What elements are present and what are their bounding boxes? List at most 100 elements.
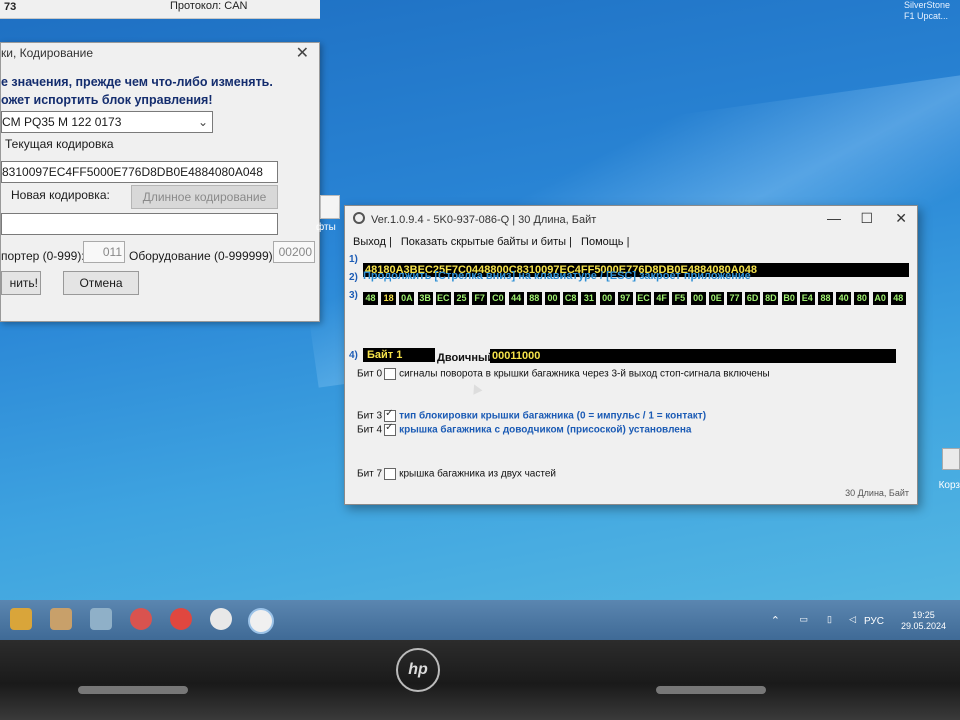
byte-cell[interactable]: EC — [636, 292, 651, 305]
byte-cell[interactable]: 31 — [581, 292, 597, 305]
maximize-icon[interactable]: ☐ — [860, 210, 873, 227]
clock[interactable]: 19:25 29.05.2024 — [901, 610, 946, 632]
byte-cell[interactable]: 40 — [836, 292, 852, 305]
mouse-cursor-icon — [469, 382, 483, 395]
menu-item-show-hidden[interactable]: Показать скрытые байты и биты | — [401, 236, 572, 248]
recycle-bin-icon[interactable] — [942, 448, 960, 470]
byte-cell[interactable]: 8D — [763, 292, 779, 305]
apply-button[interactable]: нить! — [1, 271, 41, 295]
warning-text: ожет испортить блок управления! — [1, 93, 213, 107]
background-window-strip: 73 Протокол: CAN — [0, 0, 320, 19]
opera-icon[interactable] — [130, 608, 152, 630]
byte-cell[interactable]: 3B — [417, 292, 433, 305]
protocol-label: Протокол: CAN — [170, 0, 248, 12]
close-icon[interactable]: ✕ — [895, 210, 907, 227]
bit-row[interactable]: Бит 3 тип блокировки крышки багажника (0 … — [357, 408, 707, 422]
byte-cell[interactable]: 00 — [690, 292, 706, 305]
menu-item-exit[interactable]: Выход | — [353, 236, 392, 248]
current-coding-field[interactable]: 8310097EC4FF5000E776D8DB0E4884080A048 — [1, 161, 278, 183]
bit-label: Бит 7 — [357, 468, 383, 480]
title-bar: Ver.1.0.9.4 - 5K0-937-086-Q | 30 Длина, … — [345, 206, 917, 232]
battery-icon[interactable]: ▯ — [827, 614, 832, 625]
bit-checkbox[interactable] — [384, 368, 397, 380]
network-icon[interactable]: ▭ — [799, 614, 808, 625]
store-icon[interactable] — [50, 608, 72, 630]
row-number: 1) — [349, 254, 358, 265]
equipment-label: Оборудование (0-999999): — [129, 249, 276, 263]
importer-label: портер (0-999): — [1, 249, 85, 263]
desktop-file-icon[interactable] — [320, 195, 340, 219]
file-explorer-icon[interactable] — [10, 608, 32, 630]
coding-app-active-icon[interactable] — [248, 608, 274, 634]
new-coding-field[interactable] — [1, 213, 278, 235]
byte-cell[interactable]: 6D — [745, 292, 761, 305]
byte-cell[interactable]: EC — [435, 292, 451, 305]
row-number: 2) — [349, 272, 358, 283]
bit-description: тип блокировки крышки багажника (0 = имп… — [399, 410, 707, 422]
volume-icon[interactable]: ◁ — [849, 614, 856, 625]
byte-cell[interactable]: 48 — [363, 292, 378, 305]
byte-cell[interactable]: 77 — [727, 292, 742, 305]
status-bar-text: 30 Длина, Байт — [845, 488, 909, 498]
byte-cell[interactable]: C8 — [563, 292, 579, 305]
byte-cell[interactable]: C0 — [490, 292, 506, 305]
binary-value: 00011000 — [490, 349, 896, 363]
byte-cell[interactable]: 00 — [545, 292, 560, 305]
desktop-corner-text: SilverStone F1 Upcat... — [904, 0, 950, 22]
bit-row[interactable]: Бит 4 крышка багажника с доводчиком (прис… — [357, 422, 692, 436]
bit-checkbox[interactable] — [384, 468, 397, 480]
byte-cell[interactable]: 48 — [890, 292, 906, 305]
bit-checkbox[interactable] — [384, 422, 397, 436]
ecu-select[interactable]: CM PQ35 M 122 0173 ⌄ — [1, 111, 213, 133]
bit-checkbox[interactable] — [384, 408, 397, 422]
byte-cell[interactable]: E4 — [799, 292, 815, 305]
importer-field[interactable]: 011 — [83, 241, 125, 263]
menu-bar: Выход | Показать скрытые байты и биты | … — [353, 236, 635, 248]
bit-row[interactable]: Бит 0 сигналы поворота в крышки багажника… — [357, 368, 770, 380]
continue-hint: Продолжить [Стрелка вниз] на клавиатуре … — [363, 270, 751, 282]
byte-cell[interactable]: 88 — [526, 292, 542, 305]
byte-cell[interactable]: 80 — [854, 292, 870, 305]
hinge — [656, 686, 766, 694]
binary-label: Двоичный: — [437, 352, 498, 364]
byte-cell[interactable]: B0 — [781, 292, 797, 305]
equipment-field[interactable]: 00200 — [273, 241, 315, 263]
language-indicator[interactable]: РУС — [864, 616, 884, 627]
window-number: 73 — [4, 1, 17, 13]
warning-text: е значения, прежде чем что-либо изменять… — [1, 75, 273, 89]
current-coding-label: Текущая кодировка — [5, 137, 114, 151]
byte-cell[interactable]: 4F — [654, 292, 670, 305]
menu-item-help[interactable]: Помощь | — [581, 236, 629, 248]
byte-cell[interactable]: 97 — [617, 292, 633, 305]
close-icon[interactable]: ✕ — [296, 43, 309, 63]
minimize-icon[interactable]: — — [827, 210, 841, 226]
coding-app-icon[interactable] — [210, 608, 232, 630]
byte-row: 48 18 0A 3B EC 25 F7 C0 44 88 00 C8 31 00 97 EC 4F F5 00 0E… — [363, 292, 909, 306]
bit-label: Бит 4 — [357, 424, 383, 436]
mail-icon[interactable] — [90, 608, 112, 630]
laptop-bezel — [0, 640, 960, 720]
new-coding-label: Новая кодировка: — [11, 188, 110, 202]
coding-dialog: ки, Кодирование ✕ е значения, прежде чем… — [0, 42, 320, 322]
app-icon — [353, 212, 365, 224]
bit-row[interactable]: Бит 7 крышка багажника из двух частей — [357, 468, 556, 480]
taskbar: ⌃ ▭ ▯ ◁ РУС 19:25 29.05.2024 — [0, 600, 960, 640]
byte-cell[interactable]: F7 — [472, 292, 488, 305]
long-coding-button[interactable]: Длинное кодирование — [131, 185, 278, 209]
recycle-bin-label: Корз — [938, 480, 960, 491]
yandex-browser-icon[interactable] — [170, 608, 192, 630]
bit-description: крышка багажника с доводчиком (присоской… — [399, 424, 692, 436]
dialog-title: ки, Кодирование — [1, 46, 93, 60]
byte-cell[interactable]: 0E — [708, 292, 724, 305]
byte-cell[interactable]: F5 — [672, 292, 688, 305]
byte-cell[interactable]: 88 — [818, 292, 833, 305]
byte-cell[interactable]: 25 — [454, 292, 469, 305]
bit-label: Бит 0 — [357, 368, 383, 380]
tray-expand-icon[interactable]: ⌃ — [771, 614, 780, 627]
byte-cell[interactable]: 00 — [599, 292, 615, 305]
byte-cell[interactable]: 18 — [381, 292, 397, 305]
byte-cell[interactable]: 0A — [399, 292, 415, 305]
cancel-button[interactable]: Отмена — [63, 271, 139, 295]
byte-cell[interactable]: 44 — [508, 292, 524, 305]
byte-cell[interactable]: A0 — [872, 292, 888, 305]
